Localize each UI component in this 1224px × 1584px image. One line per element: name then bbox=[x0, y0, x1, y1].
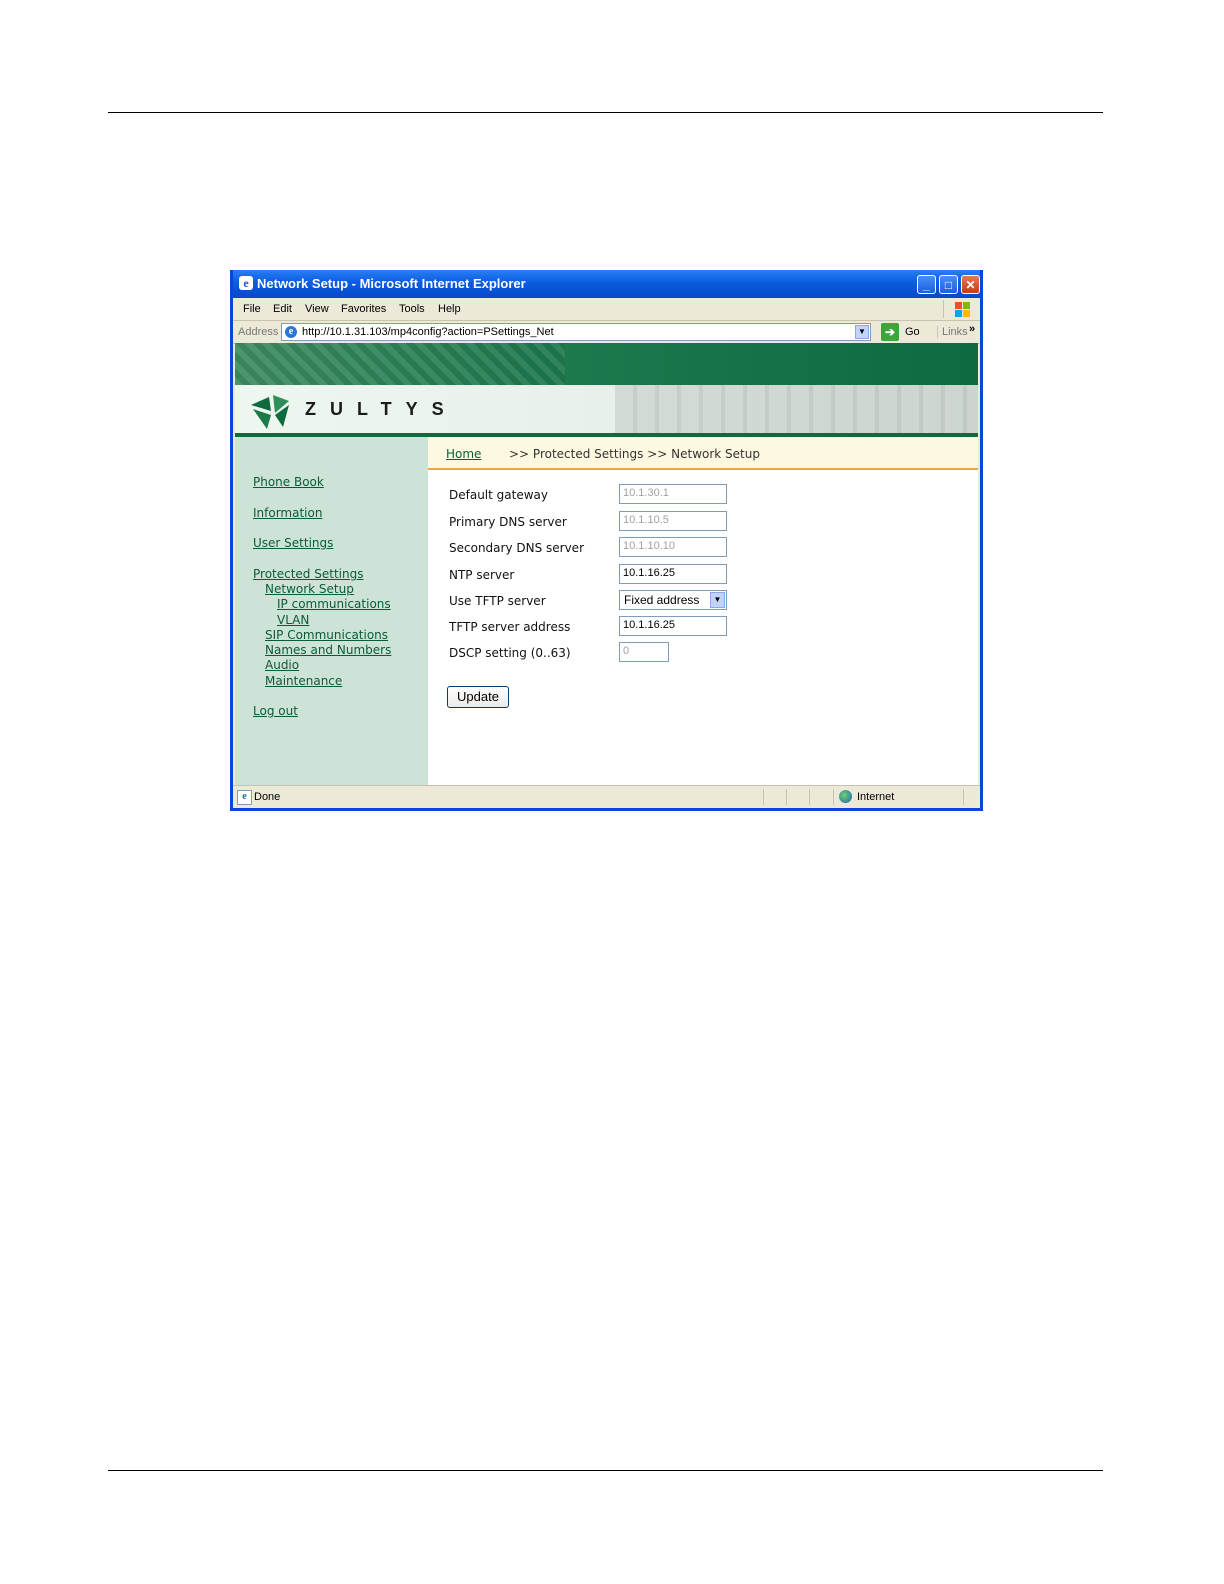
window-title: Network Setup - Microsoft Internet Explo… bbox=[257, 276, 526, 291]
menu-file[interactable]: File bbox=[243, 303, 261, 315]
banner-circuit-image bbox=[235, 343, 565, 385]
update-button[interactable]: Update bbox=[447, 686, 509, 708]
menu-edit[interactable]: Edit bbox=[273, 303, 292, 315]
title-bar[interactable]: e Network Setup - Microsoft Internet Exp… bbox=[233, 270, 980, 298]
status-divider bbox=[833, 789, 834, 805]
use-tftp-value: Fixed address bbox=[624, 593, 700, 607]
sidebar-item-user-settings[interactable]: User Settings bbox=[253, 536, 333, 550]
page-icon: e bbox=[285, 326, 297, 338]
secondary-dns-label: Secondary DNS server bbox=[449, 541, 584, 555]
chevron-down-icon[interactable]: ▼ bbox=[855, 325, 869, 339]
go-button[interactable]: Go bbox=[905, 326, 920, 338]
sidebar-item-information[interactable]: Information bbox=[253, 506, 322, 520]
globe-icon bbox=[839, 790, 852, 803]
status-divider bbox=[963, 789, 964, 805]
menu-bar: File Edit View Favorites Tools Help bbox=[233, 298, 980, 321]
security-zone: Internet bbox=[857, 791, 895, 803]
address-bar: Address e http://10.1.31.103/mp4config?a… bbox=[233, 321, 980, 344]
brand-name: ZULTYS bbox=[305, 399, 458, 419]
sidebar-item-maintenance[interactable]: Maintenance bbox=[265, 674, 342, 688]
sidebar-item-sip-communications[interactable]: SIP Communications bbox=[265, 628, 388, 642]
sidebar-item-network-setup[interactable]: Network Setup bbox=[265, 582, 354, 596]
zultys-logo-icon bbox=[251, 395, 289, 429]
ntp-server-label: NTP server bbox=[449, 568, 515, 582]
sidebar-item-protected-settings[interactable]: Protected Settings bbox=[253, 567, 363, 581]
maximize-button[interactable]: □ bbox=[939, 275, 958, 294]
breadcrumb-path: >> Protected Settings >> Network Setup bbox=[509, 447, 760, 461]
page-top-rule bbox=[108, 112, 1103, 113]
dscp-setting-input[interactable]: 0 bbox=[619, 642, 669, 662]
status-text: Done bbox=[254, 791, 281, 803]
default-gateway-input[interactable]: 10.1.30.1 bbox=[619, 484, 727, 504]
dscp-setting-label: DSCP setting (0..63) bbox=[449, 646, 571, 660]
menu-favorites[interactable]: Favorites bbox=[341, 303, 386, 315]
use-tftp-label: Use TFTP server bbox=[449, 594, 546, 608]
browser-window: e Network Setup - Microsoft Internet Exp… bbox=[230, 270, 983, 811]
windows-logo-icon bbox=[943, 300, 974, 318]
use-tftp-select[interactable]: Fixed address ▼ bbox=[619, 590, 727, 610]
breadcrumb: Home >> Protected Settings >> Network Se… bbox=[428, 437, 978, 470]
ntp-server-input[interactable]: 10.1.16.25 bbox=[619, 564, 727, 584]
ie-icon: e bbox=[239, 276, 253, 290]
menu-view[interactable]: View bbox=[305, 303, 329, 315]
primary-dns-label: Primary DNS server bbox=[449, 515, 567, 529]
default-gateway-label: Default gateway bbox=[449, 488, 548, 502]
status-divider bbox=[809, 789, 810, 805]
address-label: Address bbox=[238, 326, 279, 338]
banner-phone-image bbox=[615, 385, 978, 433]
tftp-address-input[interactable]: 10.1.16.25 bbox=[619, 616, 727, 636]
status-divider bbox=[786, 789, 787, 805]
status-bar: e Done Internet bbox=[233, 785, 980, 809]
breadcrumb-home-link[interactable]: Home bbox=[446, 447, 481, 461]
sidebar-item-audio[interactable]: Audio bbox=[265, 658, 299, 672]
go-arrow-icon[interactable]: ➔ bbox=[881, 323, 899, 341]
status-divider bbox=[763, 789, 764, 805]
menu-tools[interactable]: Tools bbox=[399, 303, 425, 315]
address-input[interactable]: e http://10.1.31.103/mp4config?action=PS… bbox=[281, 323, 871, 341]
menu-help[interactable]: Help bbox=[438, 303, 461, 315]
sidebar-item-phone-book[interactable]: Phone Book bbox=[253, 475, 324, 489]
sidebar-item-ip-communications[interactable]: IP communications bbox=[277, 597, 391, 611]
close-button[interactable]: ✕ bbox=[961, 275, 980, 294]
chevron-right-icon[interactable]: » bbox=[969, 323, 975, 335]
sidebar-item-names-and-numbers[interactable]: Names and Numbers bbox=[265, 643, 391, 657]
minimize-button[interactable]: _ bbox=[917, 275, 936, 294]
tftp-address-label: TFTP server address bbox=[449, 620, 571, 634]
links-button[interactable]: Links bbox=[937, 326, 968, 338]
primary-dns-input[interactable]: 10.1.10.5 bbox=[619, 511, 727, 531]
url-text: http://10.1.31.103/mp4config?action=PSet… bbox=[302, 326, 554, 338]
page-bottom-rule bbox=[108, 1470, 1103, 1471]
sidebar-item-log-out[interactable]: Log out bbox=[253, 704, 298, 718]
page-done-icon: e bbox=[237, 790, 252, 805]
sidebar: Phone Book Information User Settings Pro… bbox=[235, 437, 428, 785]
secondary-dns-input[interactable]: 10.1.10.10 bbox=[619, 537, 727, 557]
chevron-down-icon[interactable]: ▼ bbox=[710, 592, 725, 608]
page-content: ZULTYS Phone Book Information User Setti… bbox=[235, 343, 978, 785]
sidebar-item-vlan[interactable]: VLAN bbox=[277, 613, 309, 627]
